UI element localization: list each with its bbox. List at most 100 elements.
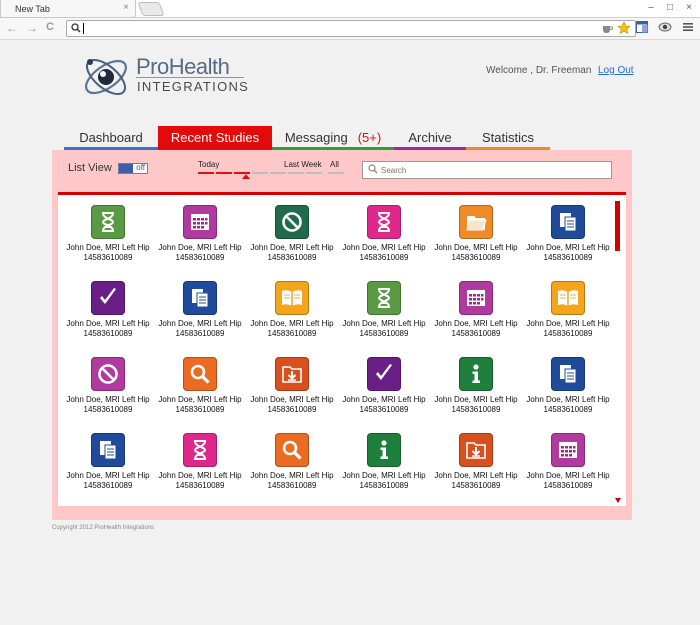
reload-icon[interactable]: C bbox=[46, 21, 54, 33]
study-tile[interactable]: John Doe, MRI Left Hip 14583610089 bbox=[338, 423, 430, 493]
study-tile[interactable]: John Doe, MRI Left Hip 14583610089 bbox=[430, 271, 522, 341]
scroll-down-icon[interactable] bbox=[615, 498, 621, 503]
close-window-button[interactable]: × bbox=[684, 2, 694, 13]
study-id: 14583610089 bbox=[83, 329, 133, 338]
book-icon bbox=[551, 281, 585, 315]
tab-dashboard[interactable]: Dashboard bbox=[64, 126, 158, 150]
study-tile[interactable]: John Doe, MRI Left Hip 14583610089 bbox=[246, 195, 338, 265]
study-tile[interactable]: John Doe, MRI Left Hip 14583610089 bbox=[430, 423, 522, 493]
study-tile[interactable]: John Doe, MRI Left Hip 14583610089 bbox=[338, 195, 430, 265]
study-name: John Doe, MRI Left Hip bbox=[434, 243, 518, 252]
study-name: John Doe, MRI Left Hip bbox=[434, 319, 518, 328]
study-name: John Doe, MRI Left Hip bbox=[526, 395, 610, 404]
tab-statistics[interactable]: Statistics bbox=[466, 126, 550, 150]
study-id: 14583610089 bbox=[83, 405, 133, 414]
forward-icon[interactable]: → bbox=[26, 21, 38, 35]
range-pointer-icon[interactable] bbox=[242, 174, 250, 179]
browser-toolbar: ← → C bbox=[0, 18, 700, 40]
study-name: John Doe, MRI Left Hip bbox=[158, 395, 242, 404]
extension-icons bbox=[636, 21, 694, 36]
logo-mark-icon bbox=[85, 58, 127, 96]
study-tile[interactable]: John Doe, MRI Left Hip 14583610089 bbox=[522, 347, 614, 417]
study-tile[interactable]: John Doe, MRI Left Hip 14583610089 bbox=[522, 195, 614, 265]
new-tab-button[interactable] bbox=[137, 2, 165, 16]
study-tile[interactable]: John Doe, MRI Left Hip 14583610089 bbox=[338, 347, 430, 417]
study-name: John Doe, MRI Left Hip bbox=[526, 319, 610, 328]
documents-icon bbox=[183, 281, 217, 315]
range-last-week[interactable]: Last Week bbox=[284, 160, 322, 169]
eye-icon[interactable] bbox=[658, 21, 672, 36]
range-segment bbox=[288, 172, 304, 174]
coffee-icon[interactable] bbox=[601, 21, 614, 38]
study-id: 14583610089 bbox=[543, 253, 593, 262]
study-tile[interactable]: John Doe, MRI Left Hip 14583610089 bbox=[430, 195, 522, 265]
study-tile[interactable]: John Doe, MRI Left Hip 14583610089 bbox=[338, 271, 430, 341]
message-count-badge: (5+) bbox=[357, 130, 382, 145]
study-name: John Doe, MRI Left Hip bbox=[250, 471, 334, 480]
study-tile[interactable]: John Doe, MRI Left Hip 14583610089 bbox=[246, 271, 338, 341]
folder-icon bbox=[459, 205, 493, 239]
range-segment bbox=[252, 172, 268, 174]
address-bar[interactable] bbox=[66, 20, 636, 37]
range-today[interactable]: Today bbox=[198, 160, 219, 169]
layout-icon[interactable] bbox=[636, 21, 648, 36]
study-id: 14583610089 bbox=[267, 329, 317, 338]
study-name: John Doe, MRI Left Hip bbox=[250, 243, 334, 252]
study-tile[interactable]: John Doe, MRI Left Hip 14583610089 bbox=[62, 347, 154, 417]
logo-divider bbox=[136, 77, 244, 78]
tab-label: Dashboard bbox=[79, 130, 143, 145]
list-view-toggle[interactable]: off bbox=[118, 163, 148, 174]
tab-label: Recent Studies bbox=[170, 130, 260, 145]
info-icon bbox=[459, 357, 493, 391]
study-name: John Doe, MRI Left Hip bbox=[158, 319, 242, 328]
checkmark-icon bbox=[91, 281, 125, 315]
tab-label: Statistics bbox=[481, 130, 534, 145]
search-input[interactable] bbox=[381, 164, 606, 176]
study-name: John Doe, MRI Left Hip bbox=[66, 319, 150, 328]
welcome-message: Welcome , Dr. Freeman bbox=[486, 65, 592, 76]
study-tile[interactable]: John Doe, MRI Left Hip 14583610089 bbox=[154, 195, 246, 265]
study-name: John Doe, MRI Left Hip bbox=[250, 319, 334, 328]
calendar-icon bbox=[183, 205, 217, 239]
hourglass-icon bbox=[367, 281, 401, 315]
range-all[interactable]: All bbox=[330, 160, 339, 169]
browser-tab[interactable]: New Tab × bbox=[0, 0, 136, 18]
prohibited-icon bbox=[275, 205, 309, 239]
scrollbar-thumb[interactable] bbox=[615, 201, 620, 251]
study-tile[interactable]: John Doe, MRI Left Hip 14583610089 bbox=[430, 347, 522, 417]
study-tile[interactable]: John Doe, MRI Left Hip 14583610089 bbox=[154, 271, 246, 341]
bookmark-star-icon[interactable] bbox=[617, 21, 631, 38]
text-caret bbox=[83, 23, 84, 34]
study-id: 14583610089 bbox=[267, 481, 317, 490]
study-tile[interactable]: John Doe, MRI Left Hip 14583610089 bbox=[154, 347, 246, 417]
study-tile[interactable]: John Doe, MRI Left Hip 14583610089 bbox=[522, 423, 614, 493]
toggle-state: off bbox=[136, 163, 145, 172]
tab-messaging[interactable]: Messaging (5+) bbox=[272, 126, 394, 150]
menu-icon[interactable] bbox=[682, 21, 694, 36]
study-id: 14583610089 bbox=[451, 405, 501, 414]
study-id: 14583610089 bbox=[175, 329, 225, 338]
study-tile[interactable]: John Doe, MRI Left Hip 14583610089 bbox=[246, 423, 338, 493]
back-icon[interactable]: ← bbox=[6, 21, 18, 35]
logout-link[interactable]: Log Out bbox=[598, 65, 634, 76]
date-range-slider[interactable]: Today Last Week All bbox=[198, 160, 348, 180]
calendar-icon bbox=[551, 433, 585, 467]
tab-recent-studies[interactable]: Recent Studies bbox=[158, 126, 272, 150]
study-tile[interactable]: John Doe, MRI Left Hip 14583610089 bbox=[154, 423, 246, 493]
tab-archive[interactable]: Archive bbox=[394, 126, 466, 150]
study-tile[interactable]: John Doe, MRI Left Hip 14583610089 bbox=[62, 423, 154, 493]
restore-button[interactable]: □ bbox=[665, 2, 675, 13]
study-name: John Doe, MRI Left Hip bbox=[66, 471, 150, 480]
close-tab-icon[interactable]: × bbox=[123, 2, 129, 13]
window-controls: – □ × bbox=[646, 2, 694, 13]
prohibited-icon bbox=[91, 357, 125, 391]
studies-grid: John Doe, MRI Left Hip 14583610089 John Do… bbox=[58, 192, 626, 506]
study-id: 14583610089 bbox=[175, 405, 225, 414]
minimize-button[interactable]: – bbox=[646, 2, 656, 13]
study-tile[interactable]: John Doe, MRI Left Hip 14583610089 bbox=[62, 195, 154, 265]
study-tile[interactable]: John Doe, MRI Left Hip 14583610089 bbox=[522, 271, 614, 341]
study-tile[interactable]: John Doe, MRI Left Hip 14583610089 bbox=[62, 271, 154, 341]
study-tile[interactable]: John Doe, MRI Left Hip 14583610089 bbox=[246, 347, 338, 417]
study-id: 14583610089 bbox=[83, 253, 133, 262]
study-id: 14583610089 bbox=[83, 481, 133, 490]
